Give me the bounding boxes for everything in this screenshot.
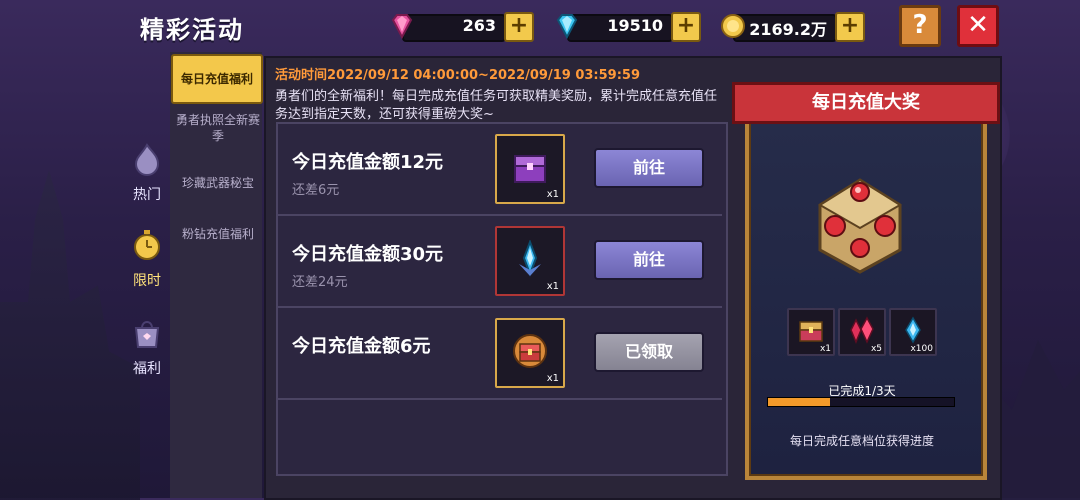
tab-hero-license[interactable]: 勇者执照全新赛季 — [172, 112, 264, 148]
task-reward-slot[interactable]: x1 — [495, 318, 565, 388]
category-welfare-label: 福利 — [133, 361, 161, 377]
tab-pink-diamond[interactable]: 粉钻充值福利 — [172, 226, 264, 242]
task-row: 今日充值金额6元 x1 已领取 — [278, 308, 722, 400]
add-gold-coin-button[interactable]: + — [835, 12, 865, 42]
gold-coin-amount: 2169.2万 — [749, 20, 827, 39]
page-title: 精彩活动 — [140, 16, 244, 44]
stopwatch-icon — [134, 230, 160, 260]
goto-button[interactable]: 前往 — [594, 148, 704, 188]
grand-prize-item[interactable]: x5 — [838, 308, 886, 356]
task-row: 今日充值金额12元 还差6元 x1 前往 — [278, 124, 722, 216]
red-crystals-icon — [850, 316, 874, 344]
task-reward-qty: x1 — [546, 281, 559, 292]
task-reward-slot[interactable]: x1 — [495, 134, 565, 204]
grand-prize-item[interactable]: x100 — [889, 308, 937, 356]
task-remaining: 还差24元 — [292, 275, 348, 290]
gift-bag-icon — [134, 321, 160, 348]
grand-prize-item-qty: x1 — [819, 344, 831, 354]
grand-prize-footer: 每日完成任意档位获得进度 — [789, 434, 934, 448]
gold-coin-currency: 2169.2万 + — [719, 12, 865, 42]
golden-chest-icon — [513, 334, 547, 368]
purple-chest-icon — [514, 155, 546, 183]
help-button[interactable]: ? — [899, 5, 941, 47]
progress-fill — [768, 398, 830, 406]
pink-gem-icon — [391, 14, 413, 40]
pink-gem-currency: 263 + — [388, 12, 534, 42]
goto-button[interactable]: 前往 — [594, 240, 704, 280]
blue-gem-icon — [556, 14, 578, 40]
gold-coin-icon — [721, 14, 745, 38]
tab-daily-recharge[interactable]: 每日充值福利 — [171, 54, 263, 104]
blue-gem-currency: 19510 + — [553, 12, 701, 42]
close-button[interactable]: ✕ — [957, 5, 999, 47]
grand-prize-item-qty: x5 — [870, 344, 882, 354]
task-title: 今日充值金额12元 — [292, 152, 444, 173]
progress-bar — [767, 397, 955, 407]
event-time: 活动时间2022/09/12 04:00:00~2022/09/19 03:59… — [275, 68, 641, 83]
task-title: 今日充值金额30元 — [292, 244, 444, 265]
blue-crystal-weapon-icon — [519, 240, 541, 277]
task-row: 今日充值金额30元 还差24元 x1 前往 — [278, 216, 722, 308]
task-title: 今日充值金额6元 — [292, 336, 431, 357]
treasure-chest-icon — [799, 321, 823, 342]
flame-icon — [134, 143, 160, 176]
category-hot[interactable]: 热门 — [122, 142, 172, 204]
category-limited[interactable]: 限时 — [122, 228, 172, 290]
grand-prize-item[interactable]: x1 — [787, 308, 835, 356]
blue-crystal-icon — [905, 316, 921, 344]
category-hot-label: 热门 — [133, 187, 161, 203]
tab-weapon-treasure[interactable]: 珍藏武器秘宝 — [172, 175, 264, 191]
grand-prize-title: 每日充值大奖 — [732, 82, 1000, 124]
grand-prize-chest-icon — [818, 178, 902, 274]
add-blue-gem-button[interactable]: + — [671, 12, 701, 42]
task-remaining: 还差6元 — [292, 183, 340, 198]
category-limited-label: 限时 — [133, 273, 161, 289]
add-pink-gem-button[interactable]: + — [504, 12, 534, 42]
task-reward-qty: x1 — [546, 373, 559, 384]
category-welfare[interactable]: 福利 — [122, 316, 172, 378]
claimed-button[interactable]: 已领取 — [594, 332, 704, 372]
background-castle — [0, 170, 140, 500]
event-description: 勇者们的全新福利！每日完成充值任务可获取精美奖励，累计完成任意充值任务达到指定天… — [275, 89, 718, 122]
blue-gem-amount: 19510 — [607, 16, 663, 35]
task-reward-qty: x1 — [546, 189, 559, 200]
task-reward-slot[interactable]: x1 — [495, 226, 565, 296]
pink-gem-amount: 263 — [462, 16, 496, 35]
grand-prize-item-qty: x100 — [910, 344, 933, 354]
